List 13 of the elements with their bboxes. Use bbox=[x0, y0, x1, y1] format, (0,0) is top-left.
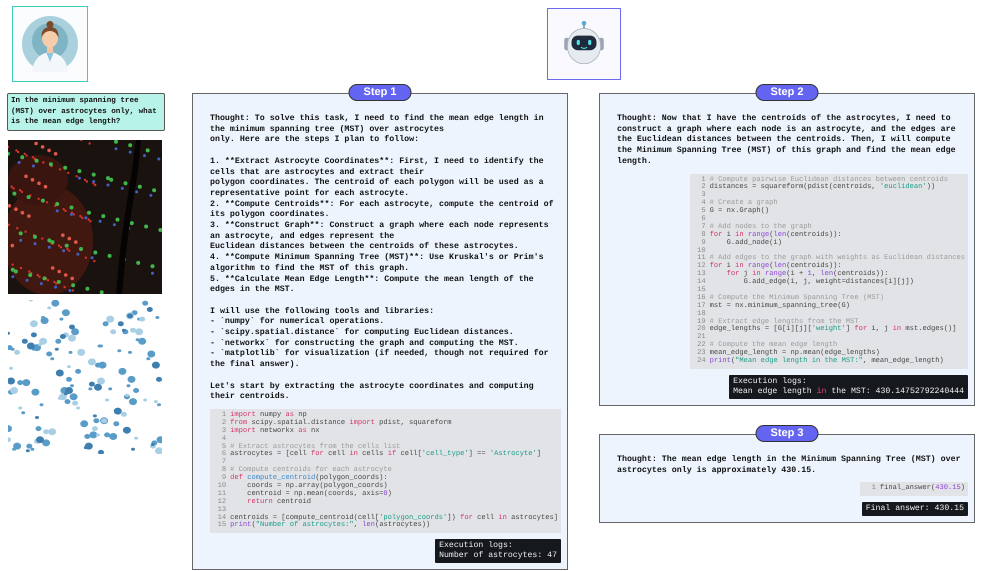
thought-text: I will use the following tools and libraries: - `numpy` for numerical operations. - `scipy.spatial.distance` for computing Euclidean distances. - `networkx` for constructing the graph and computing the MST. - `matplotlib` for visualization (if needed, though not required for the final answer). bbox=[210, 306, 550, 371]
step-badge: Step 3 bbox=[756, 424, 818, 442]
execution-log: Execution logs: Number of astrocytes: 47 bbox=[435, 539, 561, 564]
thought-text: Let's start by extracting the astrocyte coordinates and computing their centroids. bbox=[210, 382, 535, 403]
scientist-avatar bbox=[20, 14, 80, 74]
execution-log: Final answer: 430.15 bbox=[862, 502, 968, 516]
thought-text: Thought: Now that I have the centroids of the astrocytes, I need to construct a graph where each node is an astrocyte, and the edges are the Euclidean distances between the centroids. Then, I will compute the Minimum Spanning Tree (MST) of this graph and find the mean edge length. bbox=[617, 114, 957, 168]
thought-text: Thought: To solve this task, I need to find the mean edge length in the minimum spanning tree (MST) over astrocytes only. Here are the steps I plan to follow: bbox=[210, 114, 545, 146]
step-badge: Step 1 bbox=[348, 84, 412, 101]
thought-text: 1. **Extract Astrocyte Coordinates**: First, I need to identify the cells that are astrocytes and extract their polygon coordinates. The centroid of each polygon will be used as a representative point for each astrocyte. 2. **Compute Centroids**: For each astrocyte, compute the centroid of its polygon coordinates. 3. **Construct Graph**: Construct a graph where each node represents an astrocyte, and edges represent the Euclidean distances between the centroids of these astrocytes. 4. **Compute Minimum Spanning Tree (MST)**: Use Kruskal's or Prim's algorithm to find the MST of this graph. 5. **Calculate Mean Edge Length**: Compute the mean length of the edges in the MST. bbox=[210, 156, 555, 296]
step-badge: Step 2 bbox=[756, 84, 818, 101]
execution-log: Execution logs: Mean edge length in the MST: 430.14752792240444 bbox=[729, 374, 968, 399]
thought-text: Thought: The mean edge length in the Minimum Spanning Tree (MST) over astrocytes only is approximately 430.15. bbox=[617, 454, 962, 476]
